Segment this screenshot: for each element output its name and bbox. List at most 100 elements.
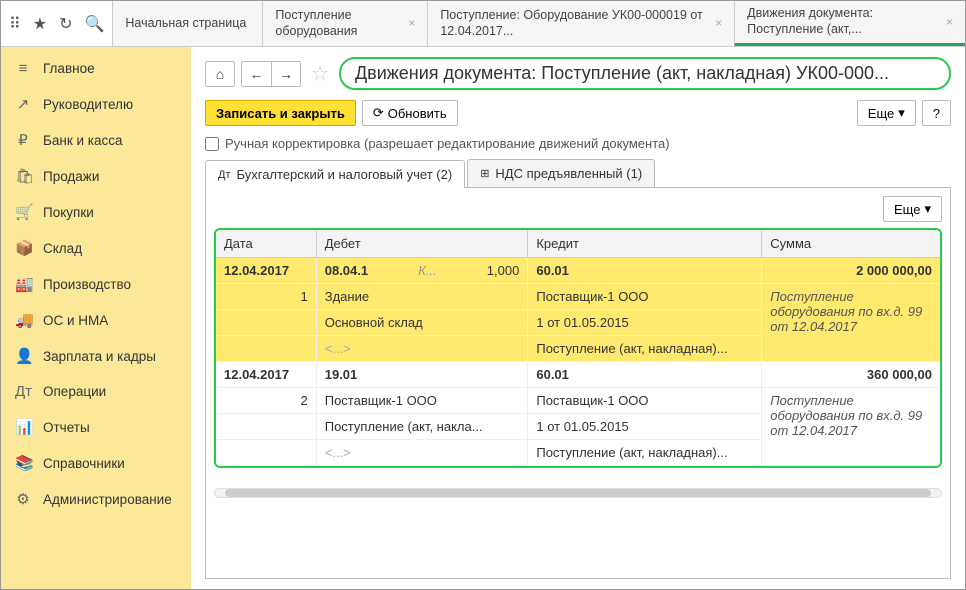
favorite-icon[interactable]: ☆	[311, 61, 329, 86]
subtab-label: Бухгалтерский и налоговый учет (2)	[237, 167, 453, 182]
cell-empty	[216, 336, 316, 362]
cell-debit: 19.01	[316, 362, 528, 388]
tab-label: Движения документа: Поступление (акт,...	[747, 6, 940, 37]
sidebar-icon: 👤	[15, 347, 31, 365]
close-icon[interactable]: ×	[408, 16, 415, 31]
sidebar-item[interactable]: Дт Операции	[1, 374, 191, 409]
titlebar: ⌂ ← → ☆ Движения документа: Поступление …	[205, 57, 951, 90]
sidebar-icon: 🚚	[15, 311, 31, 329]
sidebar-label: Производство	[43, 277, 131, 292]
manual-edit-checkbox[interactable]	[205, 137, 219, 151]
sidebar-icon: ₽	[15, 131, 31, 149]
sidebar-label: Зарплата и кадры	[43, 349, 156, 364]
sidebar-label: Продажи	[43, 169, 99, 184]
topbar-icon-group: ⠿ ★ ↻ 🔍	[1, 1, 112, 46]
sidebar-item[interactable]: 🛍 Продажи	[1, 158, 191, 194]
subtab[interactable]: Дт Бухгалтерский и налоговый учет (2)	[205, 160, 465, 188]
main: ⌂ ← → ☆ Движения документа: Поступление …	[191, 47, 965, 589]
sidebar-icon: 🛒	[15, 203, 31, 221]
th-date[interactable]: Дата	[216, 230, 316, 258]
cell-d1: Поставщик-1 ООО	[316, 388, 528, 414]
forward-button[interactable]: →	[271, 61, 301, 87]
table-header-row: Дата Дебет Кредит Сумма	[216, 230, 940, 258]
sidebar-item[interactable]: 🏭Производство	[1, 266, 191, 302]
cell-credit: 60.01	[528, 362, 762, 388]
cell-c3: Поступление (акт, накладная)...	[528, 440, 762, 466]
sidebar-item[interactable]: ↗ Руководителю	[1, 86, 191, 122]
horizontal-scrollbar[interactable]	[214, 488, 942, 498]
tab[interactable]: Поступление: Оборудование УК00-000019 от…	[427, 1, 734, 46]
help-button[interactable]: ?	[922, 100, 951, 126]
cell-note: Поступление оборудования по вх.д. 99 от …	[762, 284, 940, 362]
refresh-icon: ⟳	[373, 105, 384, 121]
table-row[interactable]: 1ЗданиеПоставщик-1 ОООПоступление оборуд…	[216, 284, 940, 310]
sidebar-label: Отчеты	[43, 420, 90, 435]
cell-c3: Поступление (акт, накладная)...	[528, 336, 762, 362]
tab[interactable]: Начальная страница	[112, 1, 262, 46]
sidebar-icon: 📚	[15, 454, 31, 472]
page-title: Движения документа: Поступление (акт, на…	[339, 57, 951, 90]
manual-edit-row: Ручная корректировка (разрешает редактир…	[205, 136, 951, 151]
manual-edit-label: Ручная корректировка (разрешает редактир…	[225, 136, 670, 151]
sidebar-item[interactable]: 👤 Зарплата и кадры	[1, 338, 191, 374]
tab[interactable]: Движения документа: Поступление (акт,...…	[734, 1, 965, 46]
more-grid-button[interactable]: Еще	[883, 196, 942, 222]
subtab[interactable]: ⊞НДС предъявленный (1)	[467, 159, 655, 187]
table-body: 12.04.201708.04.1К...1,00060.012 000 000…	[216, 258, 940, 466]
cell-date: 12.04.2017	[216, 362, 316, 388]
sidebar-icon: Дт	[15, 383, 31, 400]
sidebar-icon: 📊	[15, 418, 31, 436]
cell-c1: Поставщик-1 ООО	[528, 284, 762, 310]
tab[interactable]: Поступление оборудования ×	[262, 1, 427, 46]
sidebar-icon: ↗	[15, 95, 31, 113]
th-credit[interactable]: Кредит	[528, 230, 762, 258]
cell-d3: <...>	[316, 336, 528, 362]
sidebar-item[interactable]: ≡Главное	[1, 51, 191, 86]
sidebar-icon: ≡	[15, 60, 31, 77]
cell-debit: 08.04.1К...1,000	[316, 258, 528, 284]
grid-area: Еще Дата Дебет Кредит Сумма 12.04.201708…	[205, 188, 951, 579]
subtab-icon: Дт	[218, 169, 231, 181]
sidebar-item[interactable]: 📊 Отчеты	[1, 409, 191, 445]
sidebar-icon: 🛍	[15, 167, 31, 185]
cell-c1: Поставщик-1 ООО	[528, 388, 762, 414]
cell-d1: Здание	[316, 284, 528, 310]
home-button[interactable]: ⌂	[205, 61, 235, 87]
sidebar-label: Руководителю	[43, 97, 133, 112]
sidebar-item[interactable]: 📦Склад	[1, 230, 191, 266]
cell-num: 2	[216, 388, 316, 414]
refresh-button[interactable]: ⟳Обновить	[362, 100, 458, 126]
close-icon[interactable]: ×	[715, 16, 722, 31]
table-row[interactable]: 12.04.201719.0160.01360 000,00	[216, 362, 940, 388]
more-top-button[interactable]: Еще	[857, 100, 916, 126]
th-sum[interactable]: Сумма	[762, 230, 940, 258]
sidebar-label: Администрирование	[43, 492, 172, 507]
close-icon[interactable]: ×	[946, 15, 953, 30]
sidebar-label: Операции	[43, 384, 106, 399]
star-icon[interactable]: ★	[33, 14, 47, 34]
sidebar-item[interactable]: 🚚 ОС и НМА	[1, 302, 191, 338]
cell-c2: 1 от 01.05.2015	[528, 310, 762, 336]
tab-label: Поступление оборудования	[275, 8, 402, 39]
cell-empty	[216, 310, 316, 336]
sidebar-icon: 📦	[15, 239, 31, 257]
cell-sum: 360 000,00	[762, 362, 940, 388]
write-close-button[interactable]: Записать и закрыть	[205, 100, 356, 126]
sidebar-item[interactable]: 📚Справочники	[1, 445, 191, 481]
back-button[interactable]: ←	[241, 61, 271, 87]
cell-c2: 1 от 01.05.2015	[528, 414, 762, 440]
apps-icon[interactable]: ⠿	[9, 14, 21, 34]
search-icon[interactable]: 🔍	[84, 14, 104, 34]
sidebar-label: ОС и НМА	[43, 313, 108, 328]
subtab-label: НДС предъявленный (1)	[495, 166, 642, 181]
history-icon[interactable]: ↻	[59, 14, 72, 34]
table-row[interactable]: 2Поставщик-1 ОООПоставщик-1 ОООПоступлен…	[216, 388, 940, 414]
tab-label: Начальная страница	[125, 16, 246, 32]
register-table: Дата Дебет Кредит Сумма 12.04.201708.04.…	[216, 230, 940, 466]
sidebar-item[interactable]: ₽Банк и касса	[1, 122, 191, 158]
table-row[interactable]: 12.04.201708.04.1К...1,00060.012 000 000…	[216, 258, 940, 284]
sidebar-item[interactable]: 🛒Покупки	[1, 194, 191, 230]
th-debit[interactable]: Дебет	[316, 230, 528, 258]
cell-empty	[216, 414, 316, 440]
sidebar-item[interactable]: ⚙Администрирование	[1, 481, 191, 517]
